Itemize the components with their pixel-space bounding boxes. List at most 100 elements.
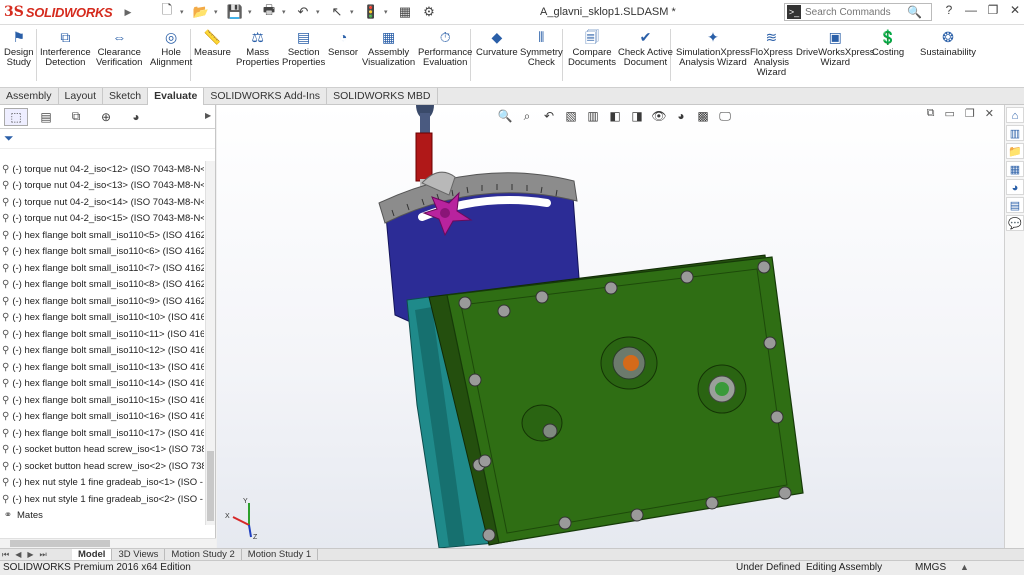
tree-item[interactable]: ⚲ (-) torque nut 04-2_iso<14> (ISO 7043-M…	[0, 194, 204, 211]
gearbox-housing[interactable]	[428, 254, 804, 546]
compare-documents-button[interactable]: 🗐 Compare Documents	[568, 29, 616, 68]
tree-item[interactable]: ⚲ (-) torque nut 04-2_iso<12> (ISO 7043-M…	[0, 161, 204, 178]
close-icon[interactable]: ✕	[1006, 3, 1024, 17]
measure-button[interactable]: 📏 Measure	[194, 29, 231, 58]
tree-item[interactable]: ⚲ (-) hex nut style 1 fine gradeab_iso<2>…	[0, 491, 204, 508]
bottom-tab-3d-views[interactable]: 3D Views	[112, 549, 166, 560]
dropdown-arrow-icon[interactable]: ▾	[350, 8, 358, 16]
propertymanager-tab-icon[interactable]: ▤	[34, 108, 58, 126]
prev-tab-icon[interactable]: ◀	[15, 550, 21, 559]
new-icon[interactable]: 🗋	[156, 2, 178, 22]
menu-expand-arrow-icon[interactable]: ▶	[122, 0, 134, 25]
bottom-tab-motion-study-2[interactable]: Motion Study 2	[165, 549, 242, 560]
tree-item[interactable]: ⚲ (-) socket button head screw_iso<2> (IS…	[0, 458, 204, 475]
undo-icon[interactable]: ↶	[292, 2, 314, 22]
sensor-button[interactable]: ◔ Sensor	[328, 29, 358, 58]
section-properties-button[interactable]: ▤ Section Properties	[282, 29, 325, 68]
tree-item[interactable]: ⚲ (-) hex nut style 1 fine gradeab_iso<1>…	[0, 475, 204, 492]
next-tab-icon[interactable]: ▶	[27, 550, 33, 559]
assembly-visualization-button[interactable]: ▦ Assembly Visualization	[362, 29, 415, 68]
tab-sketch[interactable]: Sketch	[103, 88, 149, 105]
view-palette-icon[interactable]: ▦	[1006, 161, 1024, 177]
first-tab-icon[interactable]: ⏮	[2, 550, 9, 560]
displaymanager-tab-icon[interactable]: ◕	[124, 108, 148, 126]
search-icon[interactable]: 🔍	[907, 5, 922, 19]
filter-icon[interactable]: ⏷	[4, 131, 14, 146]
dropdown-arrow-icon[interactable]: ▾	[384, 8, 392, 16]
symmetry-check-button[interactable]: ⫴ Symmetry Check	[520, 29, 563, 68]
file-explorer-icon[interactable]: 📁	[1006, 143, 1024, 159]
tree-item[interactable]: ⚲ (-) socket button head screw_iso<1> (IS…	[0, 442, 204, 459]
tree-item-mates[interactable]: ⚭ Mates	[0, 508, 204, 525]
tree-item[interactable]: ⚲ (-) hex flange bolt small_iso110<14> (I…	[0, 376, 204, 393]
tree-item[interactable]: ⚲ (-) torque nut 04-2_iso<13> (ISO 7043-M…	[0, 178, 204, 195]
solidworks-resources-icon[interactable]: ⌂	[1006, 107, 1024, 123]
custom-properties-icon[interactable]: ▤	[1006, 197, 1024, 213]
tree-item[interactable]: ⚲ (-) hex flange bolt small_iso110<15> (I…	[0, 392, 204, 409]
dropdown-arrow-icon[interactable]: ▾	[180, 8, 188, 16]
assembly-model[interactable]	[217, 105, 1004, 548]
appearances-icon[interactable]: ◕	[1006, 179, 1024, 195]
tree-item[interactable]: ⚲ (-) hex flange bolt small_iso110<6> (IS…	[0, 244, 204, 261]
tree-vertical-scrollbar[interactable]	[205, 161, 215, 525]
performance-evaluation-button[interactable]: ⏱ Performance Evaluation	[418, 29, 472, 68]
pane-expand-arrow-icon[interactable]: ▶	[205, 111, 211, 120]
mass-properties-button[interactable]: ⚖ Mass Properties	[236, 29, 279, 68]
tree-item[interactable]: ⚲ (-) hex flange bolt small_iso110<5> (IS…	[0, 227, 204, 244]
floxpress-button[interactable]: ≋ FloXpress Analysis Wizard	[750, 29, 793, 78]
forum-icon[interactable]: 💬	[1006, 215, 1024, 231]
restore-icon[interactable]: ❐	[984, 3, 1002, 17]
bottom-tab-motion-study-1[interactable]: Motion Study 1	[242, 549, 319, 560]
tab-evaluate[interactable]: Evaluate	[148, 88, 205, 105]
sustainability-button[interactable]: ❂ Sustainability	[920, 29, 976, 58]
tree-item[interactable]: ⚲ (-) torque nut 04-2_iso<15> (ISO 7043-M…	[0, 211, 204, 228]
tab-assembly[interactable]: Assembly	[0, 88, 59, 105]
tab-solidworks-mbd[interactable]: SOLIDWORKS MBD	[327, 88, 438, 105]
dropdown-arrow-icon[interactable]: ▾	[248, 8, 256, 16]
design-study-button[interactable]: ⚑ Design Study	[4, 29, 34, 68]
unit-dropdown-icon[interactable]: ▲	[960, 562, 969, 572]
tree-item[interactable]: ⚲ (-) hex flange bolt small_iso110<10> (I…	[0, 310, 204, 327]
tree-item[interactable]: ⚲ (-) hex flange bolt small_iso110<7> (IS…	[0, 260, 204, 277]
dropdown-arrow-icon[interactable]: ▾	[282, 8, 290, 16]
tab-solidworks-add-ins[interactable]: SOLIDWORKS Add-Ins	[204, 88, 328, 105]
design-library-icon[interactable]: ▥	[1006, 125, 1024, 141]
file-properties-icon[interactable]: ▦	[394, 2, 416, 22]
options-icon[interactable]: ⚙	[418, 2, 440, 22]
dropdown-arrow-icon[interactable]: ▾	[214, 8, 222, 16]
check-active-document-button[interactable]: ✔ Check Active Document	[618, 29, 673, 68]
tab-layout[interactable]: Layout	[59, 88, 104, 105]
bottom-tab-model[interactable]: Model	[72, 549, 113, 560]
tree-item[interactable]: ⚲ (-) hex flange bolt small_iso110<16> (I…	[0, 409, 204, 426]
open-icon[interactable]: 📂	[190, 2, 212, 22]
help-icon[interactable]: ?	[940, 3, 958, 17]
clearance-verification-button[interactable]: ⇔ Clearance Verification	[96, 29, 142, 68]
minimize-icon[interactable]: —	[962, 3, 980, 17]
tree-horizontal-scrollbar[interactable]	[0, 538, 216, 548]
interference-detection-button[interactable]: ⧉ Interference Detection	[40, 29, 91, 68]
last-tab-icon[interactable]: ⏭	[40, 550, 47, 560]
tree-item[interactable]: ⚲ (-) hex flange bolt small_iso110<9> (IS…	[0, 293, 204, 310]
search-input[interactable]	[805, 6, 905, 18]
tree-item[interactable]: ⚲ (-) hex flange bolt small_iso110<17> (I…	[0, 425, 204, 442]
configurationmanager-tab-icon[interactable]: ⧉	[64, 108, 88, 126]
dimxpertmanager-tab-icon[interactable]: ⊕	[94, 108, 118, 126]
print-icon[interactable]: 🖶	[258, 2, 280, 22]
tree-item[interactable]: ⚲ (-) hex flange bolt small_iso110<13> (I…	[0, 359, 204, 376]
rebuild-icon[interactable]: 🚦	[360, 2, 382, 22]
select-icon[interactable]: ↖	[326, 2, 348, 22]
costing-button[interactable]: 💲 Costing	[872, 29, 904, 58]
hole-alignment-button[interactable]: ◎ Hole Alignment	[150, 29, 192, 68]
tree-item[interactable]: ⚲ (-) hex flange bolt small_iso110<12> (I…	[0, 343, 204, 360]
search-commands[interactable]: >_ 🔍	[784, 3, 932, 21]
dropdown-arrow-icon[interactable]: ▾	[316, 8, 324, 16]
driveworksxpress-button[interactable]: ▣ DriveWorksXpress Wizard	[796, 29, 874, 68]
featuremanager-tab-icon[interactable]: ⬚	[4, 107, 28, 126]
graphics-area[interactable]: 🔍 ⌕ ↶ ▧ ▥ ◧ ◨ 👁 ◕ ▩ 🖵 ⧉ ▭ ❐ ✕ Y X Z	[217, 105, 1004, 548]
tree-item[interactable]: ⚲ (-) hex flange bolt small_iso110<11> (I…	[0, 326, 204, 343]
simulationxpress-button[interactable]: ✦ SimulationXpress Analysis Wizard	[676, 29, 750, 68]
curvature-button[interactable]: ◆ Curvature	[476, 29, 518, 58]
solidworks-logo[interactable]: 3S SOLIDWORKS	[0, 0, 122, 25]
save-icon[interactable]: 💾	[224, 2, 246, 22]
unit-system[interactable]: MMGS	[915, 562, 946, 573]
